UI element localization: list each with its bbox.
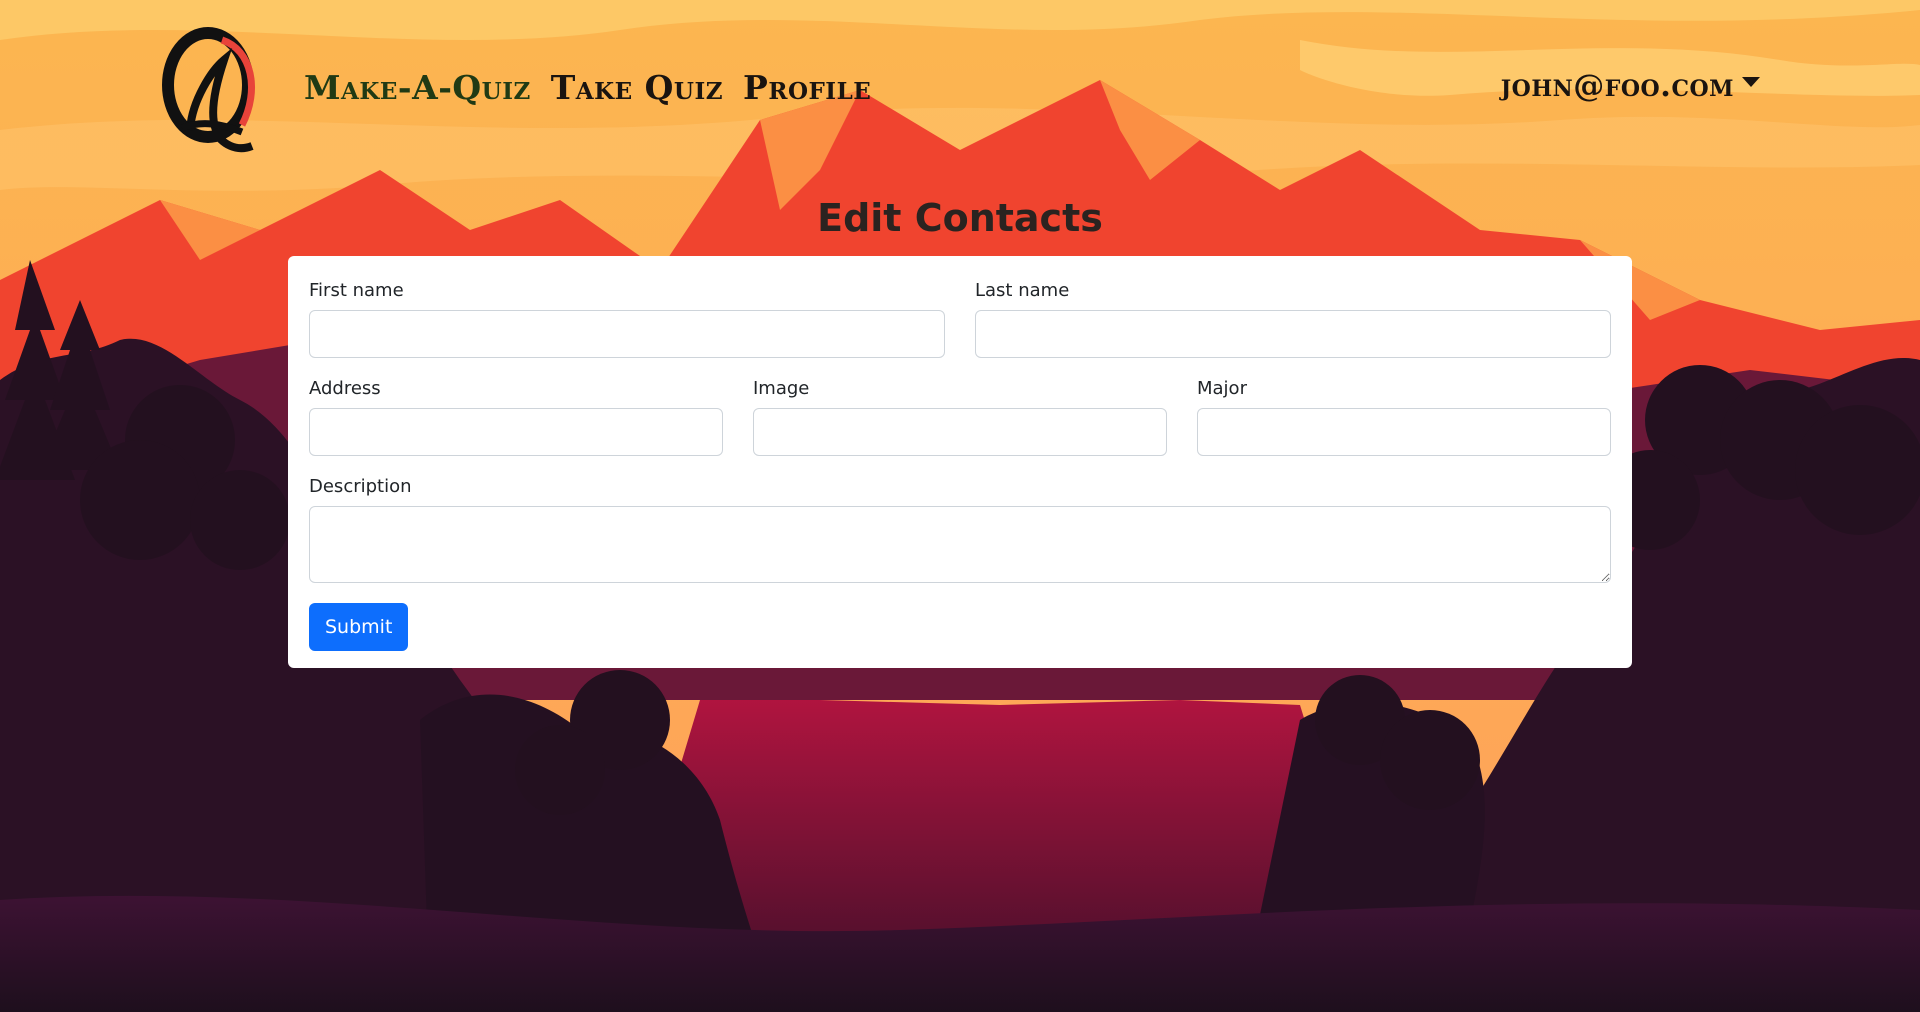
user-dropdown[interactable]: john@foo.com — [1501, 68, 1760, 104]
caret-down-icon — [1742, 77, 1760, 87]
edit-contacts-form: First name Last name Address Image Major… — [288, 256, 1632, 668]
major-label: Major — [1197, 378, 1247, 399]
submit-button[interactable]: Submit — [309, 603, 409, 651]
nav-link-take-quiz[interactable]: Take Quiz — [551, 68, 723, 107]
nav-link-make-a-quiz[interactable]: Make-A-Quiz — [304, 68, 531, 107]
form-row-description: Description — [309, 476, 1611, 583]
user-email: john@foo.com — [1500, 68, 1734, 104]
address-input[interactable] — [309, 408, 723, 456]
image-input[interactable] — [753, 408, 1167, 456]
page-title: Edit Contacts — [817, 196, 1103, 240]
first-name-group: First name — [309, 280, 945, 358]
form-row-details: Address Image Major — [309, 378, 1611, 456]
image-group: Image — [753, 378, 1167, 456]
nav-link-profile[interactable]: Profile — [743, 68, 871, 107]
address-group: Address — [309, 378, 723, 456]
form-row-name: First name Last name — [309, 280, 1611, 358]
major-input[interactable] — [1197, 408, 1611, 456]
description-textarea[interactable] — [309, 506, 1611, 583]
last-name-label: Last name — [975, 280, 1070, 301]
major-group: Major — [1197, 378, 1611, 456]
last-name-input[interactable] — [975, 310, 1611, 358]
first-name-label: First name — [309, 280, 404, 301]
last-name-group: Last name — [975, 280, 1611, 358]
top-navbar: Make-A-Quiz Take Quiz Profile john@foo.c… — [0, 0, 1920, 170]
description-label: Description — [309, 476, 412, 497]
image-label: Image — [753, 378, 810, 399]
nav-links: Make-A-Quiz Take Quiz Profile — [304, 68, 871, 107]
address-label: Address — [309, 378, 381, 399]
first-name-input[interactable] — [309, 310, 945, 358]
quiz-logo-icon[interactable] — [152, 20, 264, 160]
description-group: Description — [309, 476, 1611, 583]
